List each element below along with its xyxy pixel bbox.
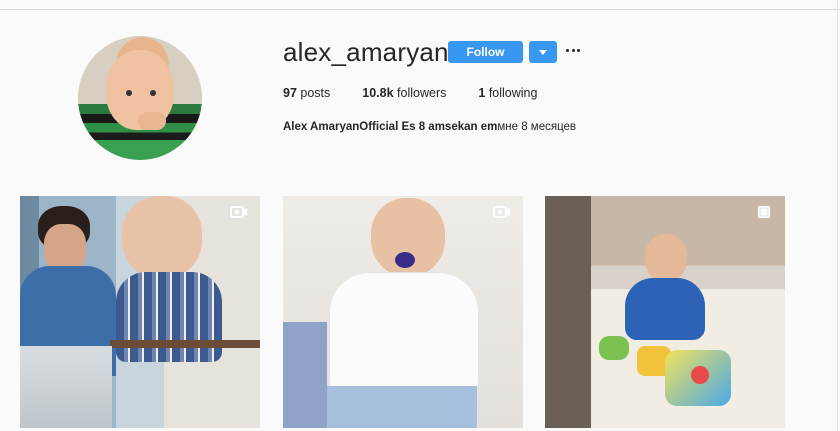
photo-toy xyxy=(691,366,709,384)
stat-posts[interactable]: 97 posts xyxy=(283,86,330,100)
stat-value: 10.8k xyxy=(362,86,394,100)
stat-followers[interactable]: 10.8k followers xyxy=(362,86,446,100)
bio-official: Official Es 8 amsekan em xyxy=(359,121,498,133)
profile-stats: 97 posts 10.8k followers 1 following xyxy=(283,86,569,100)
header-divider xyxy=(0,9,840,10)
bio-russian: мне 8 месяцев xyxy=(497,121,577,133)
chevron-down-icon xyxy=(539,49,547,55)
camera-icon xyxy=(230,206,247,218)
photo-pacifier xyxy=(395,252,415,268)
photo-blanket xyxy=(283,322,327,428)
photo-subject-face xyxy=(44,224,86,272)
username: alex_amaryan xyxy=(283,37,449,67)
more-options-icon[interactable] xyxy=(566,45,580,55)
photo-crib-rail xyxy=(110,340,260,348)
stat-following[interactable]: 1 following xyxy=(478,86,537,100)
stat-label: followers xyxy=(397,86,447,100)
post-thumbnail[interactable] xyxy=(20,196,260,428)
avatar-eye xyxy=(126,90,132,96)
avatar-eye xyxy=(150,90,156,96)
stat-label: following xyxy=(488,86,538,100)
photo-background xyxy=(20,346,112,428)
multiple-images-icon xyxy=(758,206,770,218)
page-border xyxy=(837,0,838,431)
post-thumbnail[interactable] xyxy=(283,196,523,428)
photo-baby-shirt xyxy=(625,278,705,340)
stat-value: 97 xyxy=(283,86,297,100)
photo-baby-pants xyxy=(327,386,477,428)
camera-icon xyxy=(493,206,510,218)
photo-baby-shirt xyxy=(116,272,222,362)
photo-toy xyxy=(599,336,629,360)
avatar[interactable] xyxy=(78,36,202,160)
photo-playpen-side xyxy=(545,196,591,428)
photo-baby-onesie xyxy=(329,272,479,402)
bio-name: Alex Amaryan xyxy=(283,121,360,133)
photo-baby-face xyxy=(645,234,687,282)
follow-button[interactable]: Follow xyxy=(448,41,523,63)
photo-baby-face xyxy=(122,196,202,278)
profile-bio: Alex AmaryanOfficial Es 8 amsekan emмне … xyxy=(283,121,576,133)
post-thumbnail[interactable] xyxy=(545,196,785,428)
stat-value: 1 xyxy=(478,86,486,100)
suggested-dropdown-button[interactable] xyxy=(529,41,557,63)
stat-label: posts xyxy=(300,86,331,100)
avatar-hand xyxy=(138,112,166,130)
